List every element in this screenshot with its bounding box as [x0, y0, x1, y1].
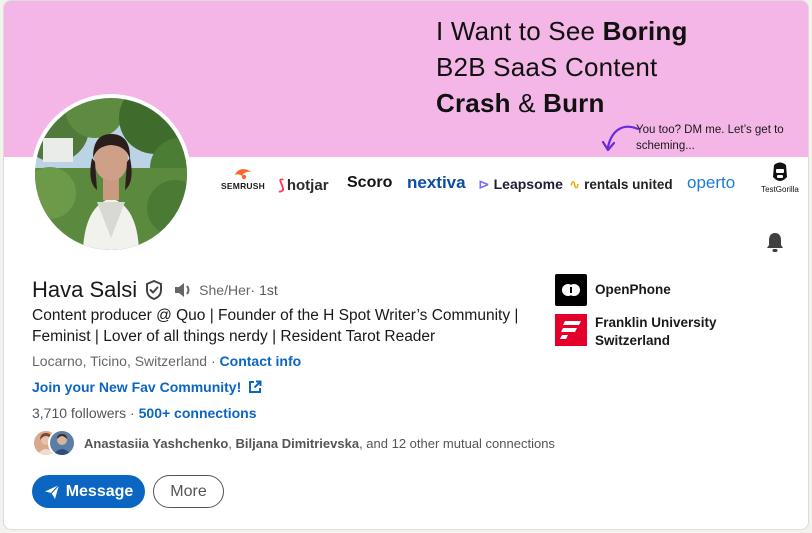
message-button[interactable]: Message [32, 475, 145, 508]
leapsome-logo: ⊳ Leapsome [478, 176, 563, 192]
more-button[interactable]: More [153, 475, 224, 508]
mutual-connections[interactable]: Anastasiia Yashchenko, Biljana Dimitriev… [32, 428, 555, 458]
profile-name: Hava Salsi [32, 277, 138, 302]
rentals-united-logo: ∿ rentals united [569, 177, 673, 192]
contact-info-link[interactable]: Contact info [220, 353, 302, 369]
banner-line-3: Crash & Burn [436, 88, 605, 118]
profile-headline: Content producer @ Quo | Founder of the … [32, 307, 519, 345]
operto-logo: operto [687, 173, 736, 192]
profile-photo[interactable] [31, 94, 191, 254]
pronouns: She/Her [199, 282, 251, 298]
send-icon [44, 484, 60, 499]
shield-check-icon[interactable] [145, 280, 163, 300]
org-name: OpenPhone [595, 282, 671, 297]
org-franklin-university[interactable]: Franklin University Switzerland [555, 314, 735, 350]
bell-icon[interactable] [763, 230, 787, 254]
mutual-avatars [32, 428, 78, 458]
banner-line-1: I Want to See Boring [436, 16, 688, 46]
hotjar-logo: ⟆ hotjar [278, 177, 329, 194]
location-row: Locarno, Ticino, Switzerland · Contact i… [32, 353, 302, 369]
semrush-logo: SEMRUSH [215, 167, 271, 191]
speaker-icon[interactable] [173, 281, 193, 299]
website-link[interactable]: Join your New Fav Community! [32, 379, 262, 395]
followers-count: 3,710 followers [32, 405, 127, 421]
message-button-label: Message [65, 482, 134, 500]
banner-line-2: B2B SaaS Content [436, 52, 658, 82]
mutual-connections-text: Anastasiia Yashchenko, Biljana Dimitriev… [84, 435, 555, 451]
openphone-logo [555, 274, 587, 306]
stats-row: 3,710 followers · 500+ connections [32, 405, 257, 421]
profile-photo-illustration [35, 98, 187, 250]
gorilla-icon [773, 162, 787, 181]
semrush-flame-icon [235, 169, 251, 180]
nextiva-logo: nextiva [407, 173, 466, 192]
location-text: Locarno, Ticino, Switzerland [32, 353, 208, 369]
banner-note: You too? DM me. Let’s get to scheming... [636, 124, 784, 152]
banner-headline: I Want to See Boring B2B SaaS Content Cr… [436, 13, 688, 121]
org-name: Franklin University Switzerland [595, 315, 717, 348]
profile-card: I Want to See Boring B2B SaaS Content Cr… [3, 0, 809, 530]
website-link-label: Join your New Fav Community! [32, 379, 242, 395]
avatar [48, 429, 76, 457]
connections-link[interactable]: 500+ connections [139, 405, 257, 421]
franklin-university-logo [555, 314, 587, 346]
scoro-logo: Scoro [347, 174, 393, 191]
org-openphone[interactable]: OpenPhone [555, 274, 735, 306]
external-link-icon [249, 380, 262, 393]
testgorilla-logo: TestGorilla [756, 161, 804, 194]
connection-degree: · 1st [250, 282, 278, 298]
name-row: Hava Salsi She/Her · 1st [32, 277, 278, 303]
